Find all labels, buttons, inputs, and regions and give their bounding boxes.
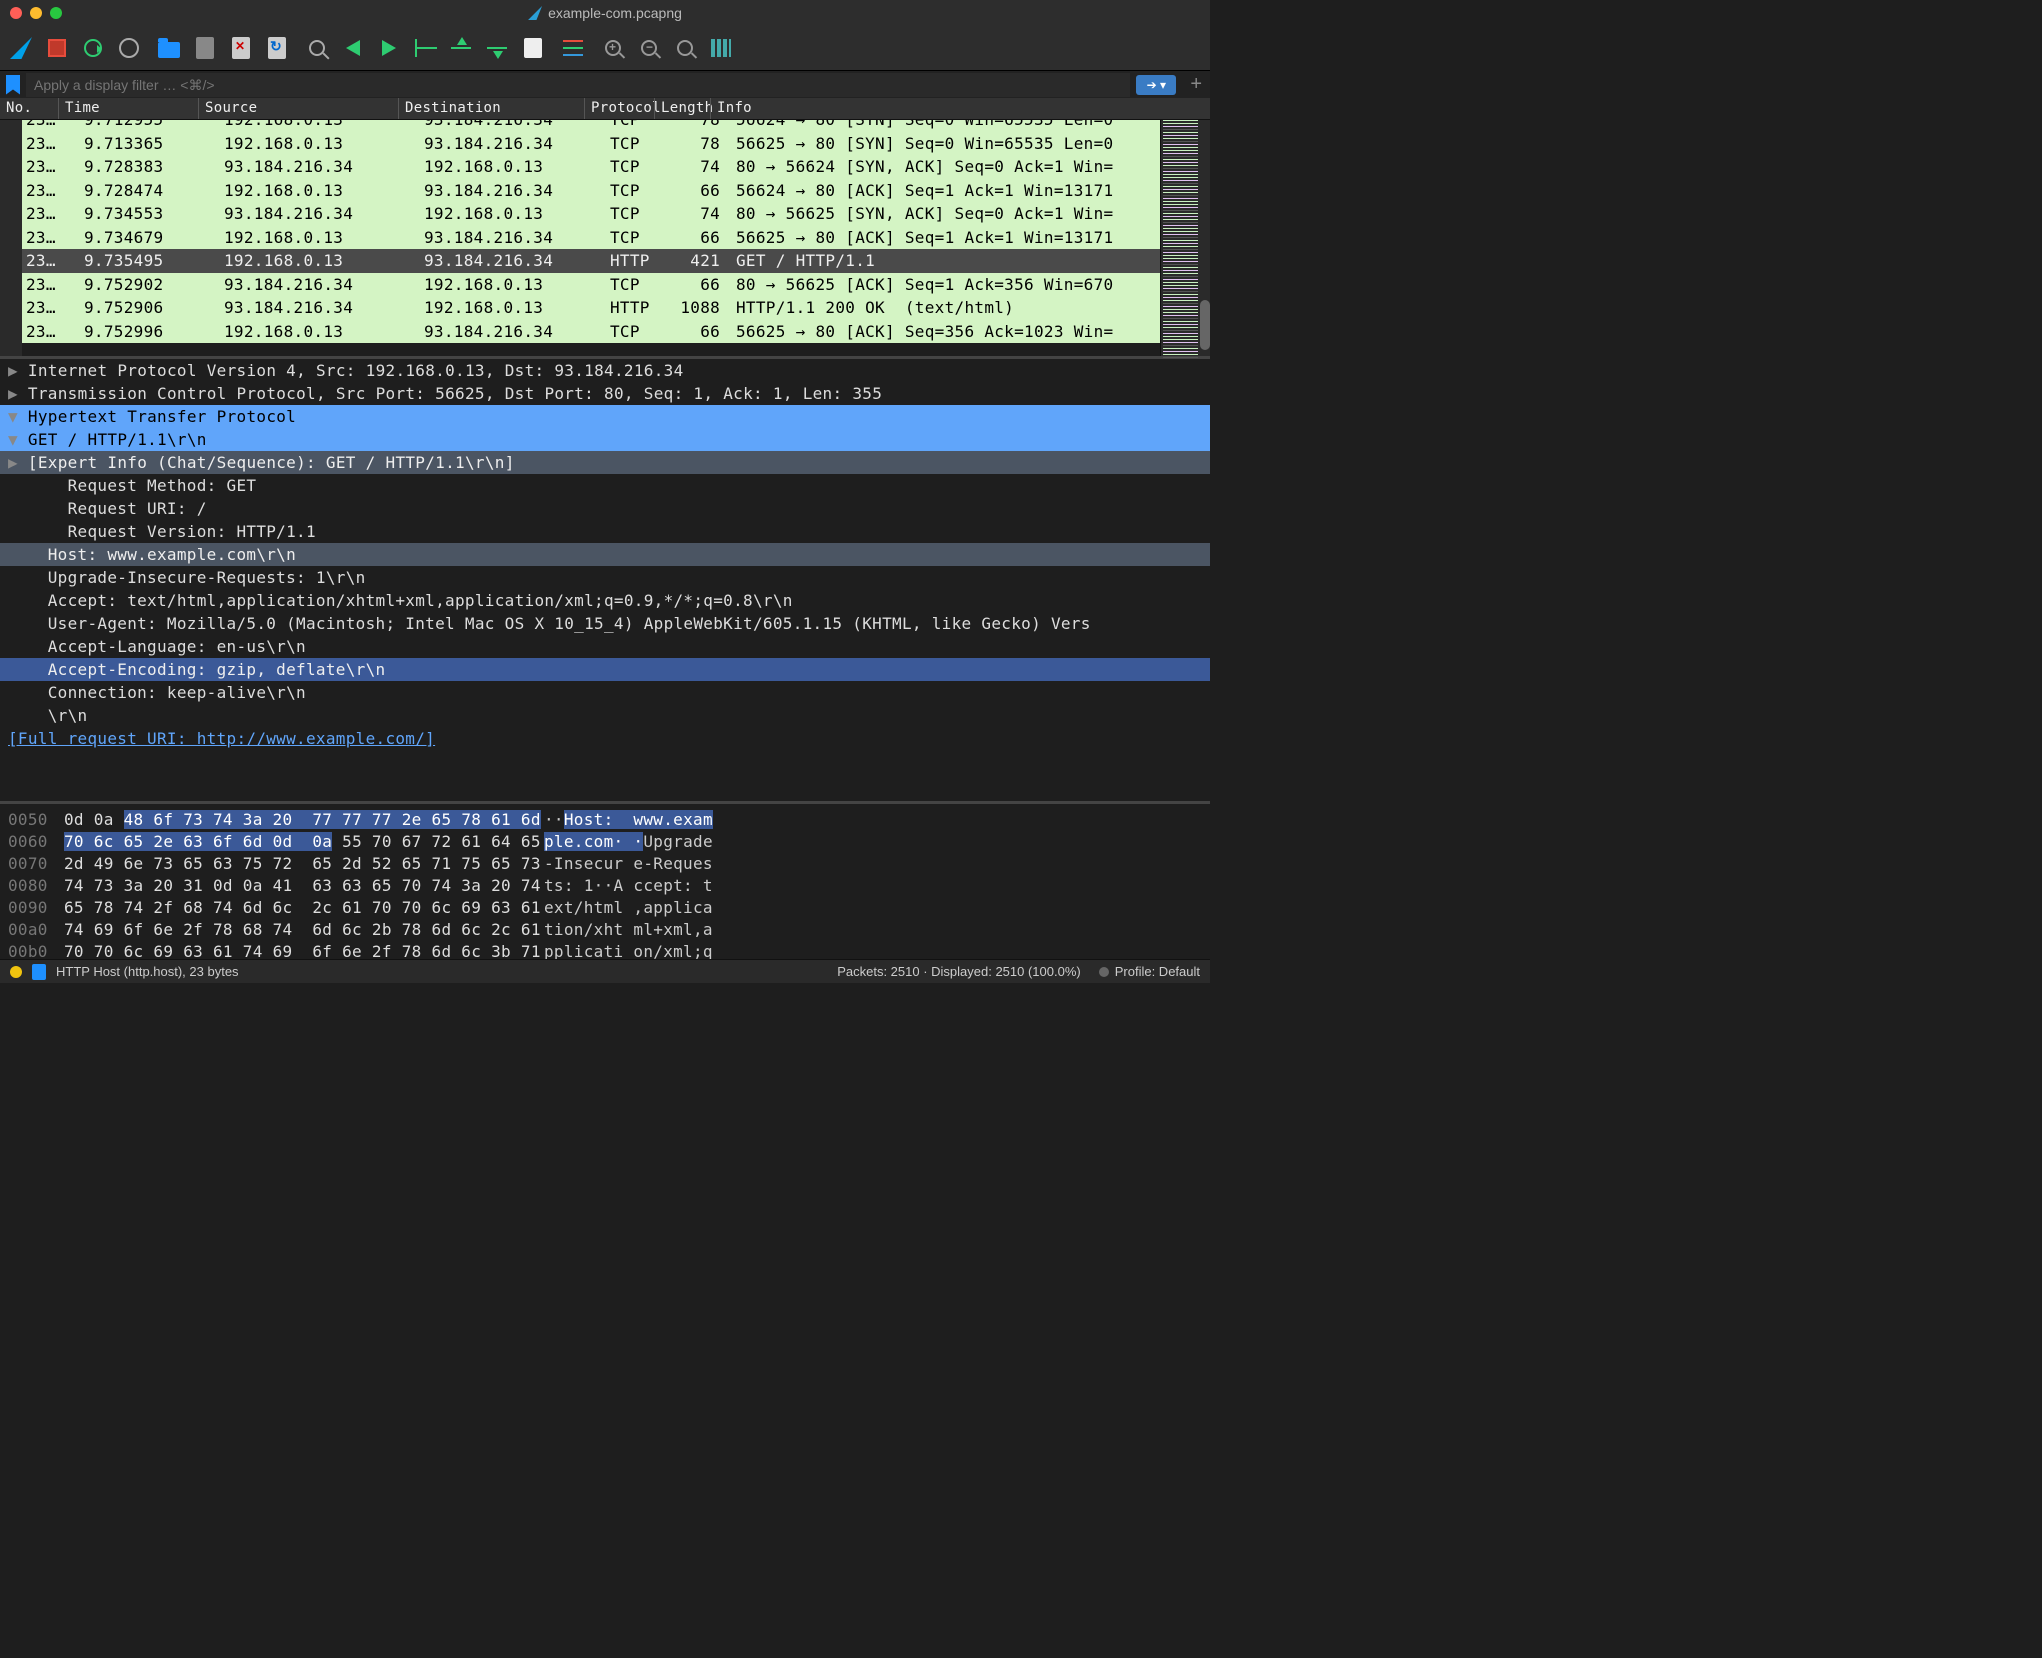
status-bar: HTTP Host (http.host), 23 bytes Packets:…	[0, 959, 1210, 983]
detail-line[interactable]: Accept-Language: en-us\r\n	[0, 635, 1210, 658]
col-protocol[interactable]: Protocol	[584, 98, 654, 119]
detail-line[interactable]: [Full request URI: http://www.example.co…	[0, 727, 1210, 750]
profile-indicator-icon	[1099, 967, 1109, 977]
packet-row[interactable]: 23…9.75290693.184.216.34192.168.0.13HTTP…	[22, 296, 1160, 320]
detail-line[interactable]: \r\n	[0, 704, 1210, 727]
hex-row[interactable]: 00500d 0a 48 6f 73 74 3a 20 77 77 77 2e …	[8, 808, 1202, 830]
go-back-button[interactable]	[342, 37, 364, 59]
restart-capture-button[interactable]	[82, 37, 104, 59]
save-file-button[interactable]	[194, 37, 216, 59]
wireshark-icon	[528, 6, 542, 20]
zoom-out-button[interactable]	[638, 37, 660, 59]
detail-line[interactable]: ▶ Transmission Control Protocol, Src Por…	[0, 382, 1210, 405]
packet-row[interactable]: 23…9.728474192.168.0.1393.184.216.34TCP6…	[22, 179, 1160, 203]
go-first-packet-button[interactable]	[450, 37, 472, 59]
col-time[interactable]: Time	[58, 98, 198, 119]
window-title: example-com.pcapng	[0, 5, 1210, 21]
go-last-packet-button[interactable]	[486, 37, 508, 59]
col-source[interactable]: Source	[198, 98, 398, 119]
packet-row[interactable]: 23…9.73455393.184.216.34192.168.0.13TCP7…	[22, 202, 1160, 226]
packet-list-rows[interactable]: 23…9.712955192.168.0.1393.184.216.34TCP7…	[22, 120, 1160, 356]
open-file-button[interactable]	[158, 37, 180, 59]
detail-line[interactable]: Request Method: GET	[0, 474, 1210, 497]
packet-row[interactable]: 23…9.734679192.168.0.1393.184.216.34TCP6…	[22, 226, 1160, 250]
resize-columns-button[interactable]	[710, 37, 732, 59]
detail-line[interactable]: Request URI: /	[0, 497, 1210, 520]
titlebar: example-com.pcapng	[0, 0, 1210, 26]
detail-line[interactable]: Connection: keep-alive\r\n	[0, 681, 1210, 704]
detail-line[interactable]: ▼ GET / HTTP/1.1\r\n	[0, 428, 1210, 451]
bookmark-icon[interactable]	[6, 75, 20, 95]
display-filter-input[interactable]	[26, 73, 1130, 97]
status-profile[interactable]: Profile: Default	[1115, 964, 1200, 979]
hex-row[interactable]: 006070 6c 65 2e 63 6f 6d 0d 0a 55 70 67 …	[8, 830, 1202, 852]
main-toolbar	[0, 26, 1210, 70]
close-file-button[interactable]	[230, 37, 252, 59]
colorize-button[interactable]	[562, 37, 584, 59]
find-packet-button[interactable]	[306, 37, 328, 59]
app-icon	[10, 37, 32, 59]
col-info[interactable]: Info	[710, 98, 1210, 119]
packet-row[interactable]: 23…9.712955192.168.0.1393.184.216.34TCP7…	[22, 120, 1160, 132]
hex-row[interactable]: 009065 78 74 2f 68 74 6d 6c 2c 61 70 70 …	[8, 896, 1202, 918]
go-to-packet-button[interactable]	[414, 37, 436, 59]
packet-list-gutter	[0, 120, 22, 356]
zoom-in-button[interactable]	[602, 37, 624, 59]
col-no[interactable]: No.	[0, 98, 58, 119]
detail-line[interactable]: ▼ Hypertext Transfer Protocol	[0, 405, 1210, 428]
reload-file-button[interactable]	[266, 37, 288, 59]
packet-row[interactable]: 23…9.752996192.168.0.1393.184.216.34TCP6…	[22, 320, 1160, 344]
packet-row[interactable]: 23…9.713365192.168.0.1393.184.216.34TCP7…	[22, 132, 1160, 156]
display-filter-bar: ➔ ▾ +	[0, 70, 1210, 98]
packet-row[interactable]: 23…9.735495192.168.0.1393.184.216.34HTTP…	[22, 249, 1160, 273]
packet-list-header[interactable]: No. Time Source Destination Protocol Len…	[0, 98, 1210, 120]
detail-line[interactable]: Accept-Encoding: gzip, deflate\r\n	[0, 658, 1210, 681]
packet-details-pane[interactable]: ▶ Internet Protocol Version 4, Src: 192.…	[0, 356, 1210, 801]
title-text: example-com.pcapng	[548, 5, 682, 21]
hex-row[interactable]: 00702d 49 6e 73 65 63 75 72 65 2d 52 65 …	[8, 852, 1202, 874]
detail-line[interactable]: Request Version: HTTP/1.1	[0, 520, 1210, 543]
expert-info-icon[interactable]	[10, 966, 22, 978]
detail-line[interactable]: Host: www.example.com\r\n	[0, 543, 1210, 566]
auto-scroll-button[interactable]	[522, 37, 544, 59]
detail-line[interactable]: Upgrade-Insecure-Requests: 1\r\n	[0, 566, 1210, 589]
detail-line[interactable]: ▶ Internet Protocol Version 4, Src: 192.…	[0, 359, 1210, 382]
packet-row[interactable]: 23…9.72838393.184.216.34192.168.0.13TCP7…	[22, 155, 1160, 179]
col-destination[interactable]: Destination	[398, 98, 584, 119]
hex-row[interactable]: 00a074 69 6f 6e 2f 78 68 74 6d 6c 2b 78 …	[8, 918, 1202, 940]
hex-row[interactable]: 008074 73 3a 20 31 0d 0a 41 63 63 65 70 …	[8, 874, 1202, 896]
add-filter-button[interactable]: +	[1190, 73, 1202, 96]
packet-bytes-pane[interactable]: 00500d 0a 48 6f 73 74 3a 20 77 77 77 2e …	[0, 801, 1210, 959]
capture-file-icon[interactable]	[32, 964, 46, 980]
col-length[interactable]: Length	[654, 98, 710, 119]
packet-row[interactable]: 23…9.75290293.184.216.34192.168.0.13TCP6…	[22, 273, 1160, 297]
status-field: HTTP Host (http.host), 23 bytes	[56, 964, 239, 979]
packet-list: 23…9.712955192.168.0.1393.184.216.34TCP7…	[0, 120, 1210, 356]
packet-minimap[interactable]	[1160, 120, 1210, 356]
detail-line[interactable]: User-Agent: Mozilla/5.0 (Macintosh; Inte…	[0, 612, 1210, 635]
apply-filter-button[interactable]: ➔ ▾	[1136, 75, 1176, 95]
go-forward-button[interactable]	[378, 37, 400, 59]
detail-line[interactable]: ▶ [Expert Info (Chat/Sequence): GET / HT…	[0, 451, 1210, 474]
zoom-reset-button[interactable]	[674, 37, 696, 59]
capture-options-button[interactable]	[118, 37, 140, 59]
stop-capture-button[interactable]	[46, 37, 68, 59]
hex-row[interactable]: 00b070 70 6c 69 63 61 74 69 6f 6e 2f 78 …	[8, 940, 1202, 959]
minimap-scrollbar[interactable]	[1200, 300, 1210, 350]
status-packets: Packets: 2510 · Displayed: 2510 (100.0%)	[837, 964, 1081, 979]
detail-line[interactable]: Accept: text/html,application/xhtml+xml,…	[0, 589, 1210, 612]
